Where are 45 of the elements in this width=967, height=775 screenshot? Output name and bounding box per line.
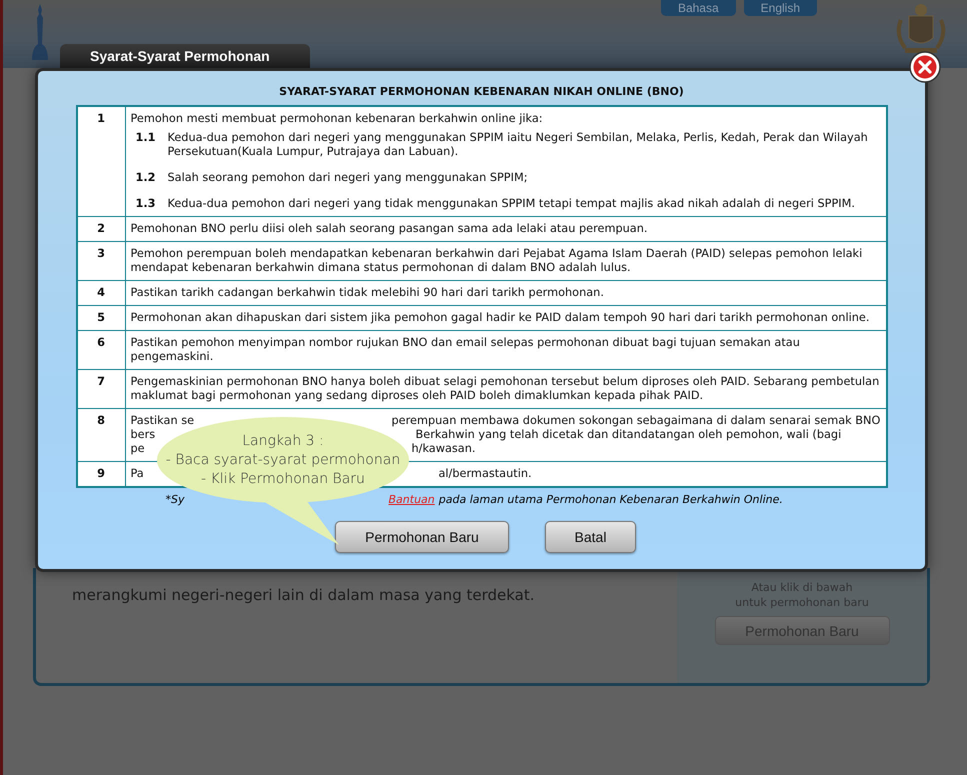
row-number: 7	[78, 369, 126, 408]
minaret-icon	[31, 4, 49, 60]
row-number: 1	[78, 107, 126, 216]
requirement-text: al/bermastautin.	[438, 467, 533, 481]
info-paragraph: merangkumi negeri-negeri lain di dalam masa yang terdekat.	[71, 585, 536, 606]
requirement-text: Pengemaskinian permohonan BNO hanya boleh dibuat selagi pemohonan tersebut belum diproses oleh PAID. Sebarang pembetulan maklumat bagi permohonan yang sedang diproses oleh PAID boleh dimaklumkan kepada pihak PAID.	[130, 375, 880, 403]
requirement-text: h/kawasan.	[412, 442, 476, 456]
subitem-text: Kedua-dua pemohon dari negeri yang tidak menggunakan SPPIM tetapi tempat majlis akad nikah adalah di negeri SPPIM.	[168, 197, 855, 211]
subitem-text: Salah seorang pemohon dari negeri yang menggunakan SPPIM;	[168, 171, 528, 185]
subitem-text: Kedua-dua pemohon dari negeri yang menggunakan SPPIM iaitu Negeri Sembilan, Melaka, Perlis, Kedah, Perak dan Wilayah Persekutuan(Kuala Lumpur, Putrajaya dan Labuan).	[168, 131, 869, 159]
requirement-text: Berkahwin yang telah dicetak dan ditandatangan oleh pemohon, wali (bagi	[416, 428, 842, 442]
help-link[interactable]: Bantuan	[388, 493, 435, 506]
close-icon[interactable]	[909, 51, 941, 83]
panel-tab[interactable]: Syarat-Syarat Permohonan	[60, 44, 310, 68]
callout-text: - Klik Permohonan Baru	[201, 470, 365, 489]
callout-text: Langkah 3 :	[242, 432, 324, 451]
requirement-text: Pemohon mesti membuat permohonan kebenaran berkahwin online jika:	[130, 112, 544, 126]
row-number: 3	[78, 241, 126, 280]
requirement-text: Pastikan pemohon menyimpan nombor rujukan BNO dan email selepas permohonan dibuat bagi tujuan semakan atau pengemaskini.	[130, 336, 801, 364]
new-application-button[interactable]: Permohonan Baru	[335, 521, 509, 553]
footnote-text: *Sy	[166, 493, 184, 506]
row-number: 8	[78, 408, 126, 461]
language-button[interactable]: Bahasa	[660, 0, 736, 16]
subitem-number: 1.2	[136, 171, 157, 185]
subitem-number: 1.1	[136, 131, 157, 146]
cancel-button[interactable]: Batal	[545, 521, 636, 553]
requirement-text: Pastikan se	[130, 414, 194, 428]
row-number: 2	[78, 216, 126, 241]
row-number: 5	[78, 305, 126, 330]
requirement-text: Pastikan tarikh cadangan berkahwin tidak melebihi 90 hari dari tarikh permohonan.	[130, 286, 605, 300]
callout-text: - Baca syarat-syarat permohonan	[166, 451, 400, 470]
requirement-text: Pemohon perempuan boleh mendapatkan kebenaran berkahwin dari Pejabat Agama Islam Daerah (PAID) selepas pemohon lelaki mendapat kebenaran berkahwin dimana status permohonan di dalam BNO adalah lulus.	[130, 247, 864, 275]
dialog-title: SYARAT-SYARAT PERMOHONAN KEBENARAN NIKAH ONLINE (BNO)	[279, 85, 684, 98]
requirement-text: Permohonan akan dihapuskan dari sistem jika pemohon gagal hadir ke PAID dalam tempoh 90 hari dari tarikh permohonan online.	[130, 311, 870, 325]
requirement-text: Pa	[130, 467, 144, 481]
requirement-text: Pemohonan BNO perlu diisi oleh salah seorang pasangan sama ada lelaki atau perempuan.	[130, 222, 648, 236]
requirement-text: perempuan membawa dokumen sokongan sebagaimana di dalam senarai semak BNO	[392, 414, 882, 428]
footnote-text: pada laman utama Permohonan Kebenaran Berkahwin Online.	[438, 493, 783, 506]
subitem-number: 1.3	[136, 197, 157, 211]
requirement-text: pe	[130, 442, 145, 456]
language-button[interactable]: English	[744, 0, 817, 16]
row-number: 4	[78, 280, 126, 305]
requirement-text: bers	[130, 428, 156, 442]
row-number: 6	[78, 330, 126, 369]
row-number: 9	[78, 461, 126, 486]
